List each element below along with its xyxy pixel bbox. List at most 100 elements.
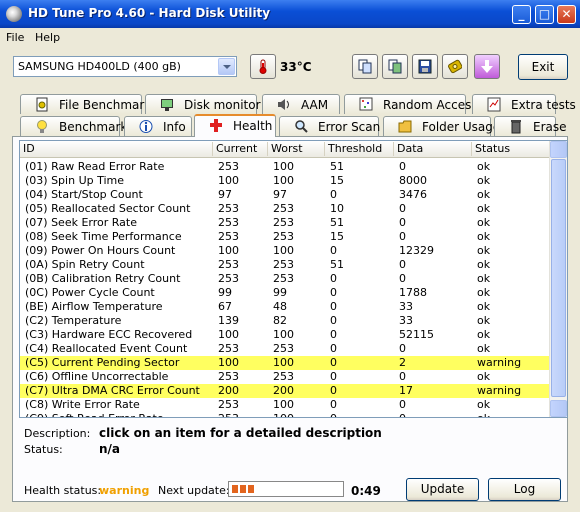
table-row[interactable]: (03) Spin Up Time 100 100 15 8000 ok bbox=[20, 174, 551, 188]
table-row[interactable]: (05) Reallocated Sector Count 253 253 10 0 ok bbox=[20, 202, 551, 216]
temperature-button[interactable] bbox=[250, 54, 276, 79]
column-header-threshold[interactable]: Threshold bbox=[325, 142, 394, 156]
tab-file-benchmark[interactable]: File Benchmark bbox=[20, 94, 151, 114]
speaker-icon bbox=[278, 99, 289, 110]
tab-label: Disk monitor bbox=[184, 98, 261, 112]
app-disk-icon bbox=[6, 6, 22, 22]
arrow-down-icon bbox=[481, 60, 493, 73]
cell-data: 8000 bbox=[399, 174, 427, 187]
tab-random-access[interactable]: Random Access bbox=[344, 94, 478, 114]
scroll-up-arrow-icon[interactable] bbox=[550, 141, 567, 158]
cell-current: 253 bbox=[218, 272, 239, 285]
options-button[interactable] bbox=[442, 54, 468, 79]
table-row[interactable]: (C7) Ultra DMA CRC Error Count 200 200 0 17 w… bbox=[20, 384, 551, 398]
grid-header: ID Current Worst Threshold Data Status bbox=[20, 141, 551, 158]
column-header-current[interactable]: Current bbox=[213, 142, 268, 156]
cell-threshold: 0 bbox=[330, 384, 337, 397]
cell-worst: 253 bbox=[273, 202, 294, 215]
download-button[interactable] bbox=[474, 54, 500, 79]
tab-aam[interactable]: AAM bbox=[262, 94, 340, 114]
column-header-id[interactable]: ID bbox=[20, 142, 213, 156]
cell-worst: 100 bbox=[273, 244, 294, 257]
cell-data: 0 bbox=[399, 412, 406, 417]
copy-text-button[interactable] bbox=[352, 54, 378, 79]
cell-current: 100 bbox=[218, 174, 239, 187]
vertical-scrollbar[interactable] bbox=[549, 141, 567, 417]
tab-folder-usage[interactable]: Folder Usage bbox=[383, 116, 500, 136]
minimize-button[interactable]: _ bbox=[512, 5, 531, 24]
smart-attributes-grid[interactable]: ID Current Worst Threshold Data Status (01) R… bbox=[19, 140, 568, 418]
cell-data: 2 bbox=[399, 356, 406, 369]
table-row[interactable]: (07) Seek Error Rate 253 253 51 0 ok bbox=[20, 216, 551, 230]
health-cross-icon bbox=[210, 119, 222, 132]
table-row[interactable]: (0C) Power Cycle Count 99 99 0 1788 ok bbox=[20, 286, 551, 300]
column-header-worst[interactable]: Worst bbox=[268, 142, 325, 156]
table-row[interactable]: (C9) Soft Read Error Rate 253 100 0 0 ok bbox=[20, 412, 551, 417]
tab-label: File Benchmark bbox=[59, 98, 152, 112]
cell-current: 99 bbox=[218, 286, 232, 299]
cell-threshold: 0 bbox=[330, 398, 337, 411]
tab-label: AAM bbox=[301, 98, 329, 112]
maximize-button[interactable]: □ bbox=[535, 5, 554, 24]
tab-disk-monitor[interactable]: Disk monitor bbox=[145, 94, 261, 114]
table-row[interactable]: (01) Raw Read Error Rate 253 100 51 0 ok bbox=[20, 160, 551, 174]
copy-screenshot-button[interactable] bbox=[382, 54, 408, 79]
scroll-down-arrow-icon[interactable] bbox=[550, 400, 567, 417]
tab-label: Random Access bbox=[383, 98, 478, 112]
table-row[interactable]: (0B) Calibration Retry Count 253 253 0 0 ok bbox=[20, 272, 551, 286]
menu-file[interactable]: File bbox=[6, 31, 24, 44]
cell-current: 253 bbox=[218, 412, 239, 417]
column-header-data[interactable]: Data bbox=[394, 142, 472, 156]
scroll-thumb[interactable] bbox=[551, 159, 566, 397]
table-row[interactable]: (BE) Airflow Temperature 67 48 0 33 ok bbox=[20, 300, 551, 314]
tab-error-scan[interactable]: Error Scan bbox=[279, 116, 380, 136]
table-row[interactable]: (C3) Hardware ECC Recovered 100 100 0 52115 o… bbox=[20, 328, 551, 342]
cell-id: (C2) Temperature bbox=[25, 314, 122, 327]
table-row[interactable]: (08) Seek Time Performance 253 253 15 0 ok bbox=[20, 230, 551, 244]
cell-status: ok bbox=[477, 300, 491, 313]
table-row[interactable]: (0A) Spin Retry Count 253 253 51 0 ok bbox=[20, 258, 551, 272]
tab-health[interactable]: Health bbox=[194, 114, 276, 137]
update-button[interactable]: Update bbox=[406, 478, 479, 501]
drive-select[interactable]: SAMSUNG HD400LD (400 gB) bbox=[13, 56, 237, 77]
cell-data: 0 bbox=[399, 258, 406, 271]
column-header-status[interactable]: Status bbox=[472, 142, 551, 156]
progress-block bbox=[232, 485, 238, 493]
next-update-label: Next update: bbox=[158, 484, 230, 497]
table-row[interactable]: (09) Power On Hours Count 100 100 0 12329 ok bbox=[20, 244, 551, 258]
cell-worst: 253 bbox=[273, 230, 294, 243]
cell-worst: 100 bbox=[273, 356, 294, 369]
table-row[interactable]: (C4) Reallocated Event Count 253 253 0 0 ok bbox=[20, 342, 551, 356]
log-button[interactable]: Log bbox=[488, 478, 561, 501]
cell-worst: 253 bbox=[273, 370, 294, 383]
cell-id: (09) Power On Hours Count bbox=[25, 244, 176, 257]
cell-data: 12329 bbox=[399, 244, 434, 257]
window-title: HD Tune Pro 4.60 - Hard Disk Utility bbox=[28, 6, 271, 20]
table-row[interactable]: (C6) Offline Uncorrectable 253 253 0 0 ok bbox=[20, 370, 551, 384]
cell-current: 253 bbox=[218, 258, 239, 271]
menu-bar: File Help bbox=[0, 28, 580, 48]
status-value: n/a bbox=[99, 442, 121, 456]
chevron-down-icon[interactable] bbox=[218, 58, 235, 75]
next-update-countdown: 0:49 bbox=[351, 484, 381, 498]
menu-help[interactable]: Help bbox=[35, 31, 60, 44]
save-button[interactable] bbox=[412, 54, 438, 79]
tab-extra-tests[interactable]: Extra tests bbox=[472, 94, 576, 114]
cell-id: (C9) Soft Read Error Rate bbox=[25, 412, 164, 417]
cell-current: 100 bbox=[218, 356, 239, 369]
cell-status: ok bbox=[477, 272, 491, 285]
table-row[interactable]: (C8) Write Error Rate 253 100 0 0 ok bbox=[20, 398, 551, 412]
close-button[interactable]: ✕ bbox=[557, 5, 576, 24]
table-row[interactable]: (04) Start/Stop Count 97 97 0 3476 ok bbox=[20, 188, 551, 202]
tab-info[interactable]: Info bbox=[124, 116, 192, 136]
drive-select-value: SAMSUNG HD400LD (400 gB) bbox=[18, 60, 181, 73]
cell-threshold: 0 bbox=[330, 286, 337, 299]
title-bar: HD Tune Pro 4.60 - Hard Disk Utility _ □… bbox=[0, 0, 580, 28]
tab-erase[interactable]: Erase bbox=[494, 116, 567, 136]
cell-status: ok bbox=[477, 244, 491, 257]
table-row[interactable]: (C2) Temperature 139 82 0 33 ok bbox=[20, 314, 551, 328]
tab-benchmark[interactable]: Benchmark bbox=[20, 116, 127, 136]
table-row[interactable]: (C5) Current Pending Sector 100 100 0 2 warni… bbox=[20, 356, 551, 370]
cell-id: (0A) Spin Retry Count bbox=[25, 258, 145, 271]
exit-button[interactable]: Exit bbox=[518, 54, 568, 80]
